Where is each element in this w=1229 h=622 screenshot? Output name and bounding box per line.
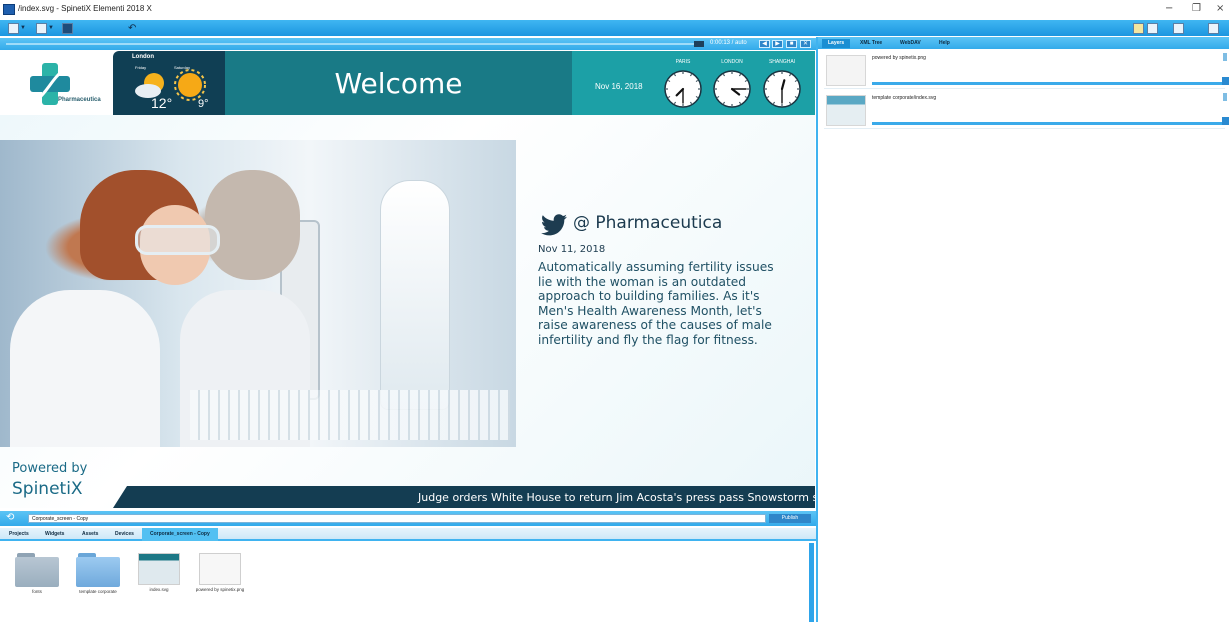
close-preview-button[interactable]: ✕ [800, 40, 811, 48]
svg-file-icon [138, 553, 180, 585]
powered-by-label: Powered by [12, 461, 88, 476]
file-item-fonts[interactable]: fonts [12, 553, 62, 595]
layer-item[interactable]: powered by spinetix.png [824, 53, 1229, 89]
layer-edit-icon[interactable] [1222, 117, 1229, 125]
weather-city: London [132, 54, 154, 60]
layer-name: powered by spinetix.png [872, 55, 926, 61]
current-date: Nov 16, 2018 [595, 82, 643, 91]
weather-widget: London Friday Saturday 12° 9° [113, 51, 225, 115]
news-ticker: Judge orders White House to return Jim A… [113, 486, 815, 508]
layer-name: template corporate/index.svg [872, 95, 937, 101]
layout-icon[interactable] [1133, 22, 1144, 34]
slide-preview[interactable]: Pharmaceutica London Friday Saturday 12°… [0, 51, 815, 508]
tab-xml-tree[interactable]: XML Tree [860, 40, 882, 46]
project-path-bar: ⟲ Corporate_screen - Copy Publish [0, 511, 816, 526]
layer-settings-icon[interactable] [1223, 93, 1227, 101]
monitor-icon [694, 41, 704, 47]
folder-icon [15, 553, 59, 587]
stop-button[interactable]: ■ [786, 40, 797, 48]
layer-thumbnail [826, 95, 866, 126]
folder-icon [76, 553, 120, 587]
tab-devices[interactable]: Devices [115, 531, 134, 537]
file-item-template-corporate[interactable]: template corporate [73, 553, 123, 595]
project-path-input[interactable]: Corporate_screen - Copy [28, 514, 766, 523]
window-icon[interactable] [1173, 22, 1184, 34]
new-file-icon[interactable]: ▼ [36, 22, 54, 34]
layer-thumbnail [826, 55, 866, 86]
clock-label-paris: PARIS [675, 59, 691, 65]
layer-edit-icon[interactable] [1222, 77, 1229, 85]
panel-icon[interactable] [1208, 22, 1219, 34]
world-clocks: Nov 16, 2018 PARIS LONDON SHANGHAI [572, 51, 815, 115]
file-name: template corporate [79, 589, 117, 594]
file-name: powered by spinetix.png [195, 587, 245, 592]
file-name: fonts [32, 589, 42, 594]
weather-temp-1: 12° [151, 95, 173, 111]
window-title: /index.svg - SpinetiX Elementi 2018 X [18, 4, 152, 13]
title-bar: /index.svg - SpinetiX Elementi 2018 X − … [0, 0, 1229, 20]
tab-webdav[interactable]: WebDAV [900, 40, 921, 46]
save-icon[interactable] [62, 22, 73, 34]
clock-paris-icon [664, 70, 702, 108]
sun-icon [174, 69, 206, 101]
right-panel-tabs: Layers XML Tree WebDAV Help [818, 37, 1229, 49]
welcome-banner: Welcome [225, 51, 572, 115]
rewind-button[interactable]: ◀ [759, 40, 770, 48]
file-browser-scrollbar[interactable] [809, 543, 814, 622]
file-name: index.svg [149, 587, 169, 592]
file-browser: fonts template corporate index.svg power… [0, 543, 808, 622]
main-toolbar: ▼ ▼ ↶ [0, 20, 1229, 36]
time-readout: 0:00:13 / auto [710, 40, 747, 46]
powered-by-brand: SpinetiX [12, 479, 83, 499]
app-icon [3, 4, 15, 15]
tab-corporate-screen-copy[interactable]: Corporate_screen - Copy [142, 528, 218, 541]
clock-london-icon [713, 70, 751, 108]
restore-button[interactable]: ❐ [1192, 3, 1201, 14]
layer-item[interactable]: template corporate/index.svg [824, 93, 1229, 129]
layers-panel: Layers XML Tree WebDAV Help powered by s… [816, 37, 1229, 622]
tab-assets[interactable]: Assets [82, 531, 98, 537]
tab-layers[interactable]: Layers [822, 39, 851, 48]
layer-timeline-bar[interactable] [872, 122, 1222, 125]
preview-controls: 0:00:13 / auto ◀ ▶ ■ ✕ [0, 38, 816, 50]
layer-timeline-bar[interactable] [872, 82, 1222, 85]
clock-shanghai-icon [763, 70, 801, 108]
undo-icon[interactable]: ↶ [128, 22, 136, 34]
tweet-handle: @ Pharmaceutica [573, 213, 723, 233]
publish-button[interactable]: Publish [769, 514, 811, 523]
lab-photo [0, 140, 516, 447]
layer-settings-icon[interactable] [1223, 53, 1227, 61]
weather-temp-2: 9° [198, 98, 209, 110]
logo-text: Pharmaceutica [58, 97, 101, 103]
ticker-text: Judge orders White House to return Jim A… [418, 491, 815, 504]
play-button[interactable]: ▶ [772, 40, 783, 48]
tab-help[interactable]: Help [939, 40, 950, 46]
file-item-powered-by-png[interactable]: powered by spinetix.png [195, 553, 245, 593]
tweet-date: Nov 11, 2018 [538, 244, 606, 255]
welcome-title: Welcome [334, 67, 463, 100]
close-button[interactable]: × [1216, 3, 1224, 14]
file-item-index-svg[interactable]: index.svg [134, 553, 184, 593]
menu-icon[interactable]: ▼ [8, 22, 26, 34]
tab-widgets[interactable]: Widgets [45, 531, 64, 537]
weather-day-1: Friday [135, 65, 147, 70]
clock-label-shanghai: SHANGHAI [768, 59, 796, 65]
refresh-icon[interactable]: ⟲ [6, 513, 20, 523]
display-icon[interactable] [1147, 22, 1158, 34]
minimize-button[interactable]: − [1165, 3, 1173, 14]
tab-projects[interactable]: Projects [9, 531, 29, 537]
browser-tabs: Projects Widgets Assets Devices Corporat… [0, 528, 816, 541]
clock-label-london: LONDON [721, 59, 743, 65]
tweet-body: Automatically assuming fertility issues … [538, 260, 774, 347]
logo-panel: Pharmaceutica [0, 51, 113, 115]
twitter-bird-icon [541, 214, 567, 236]
timeline-bar[interactable] [6, 43, 696, 45]
png-file-icon [199, 553, 241, 585]
